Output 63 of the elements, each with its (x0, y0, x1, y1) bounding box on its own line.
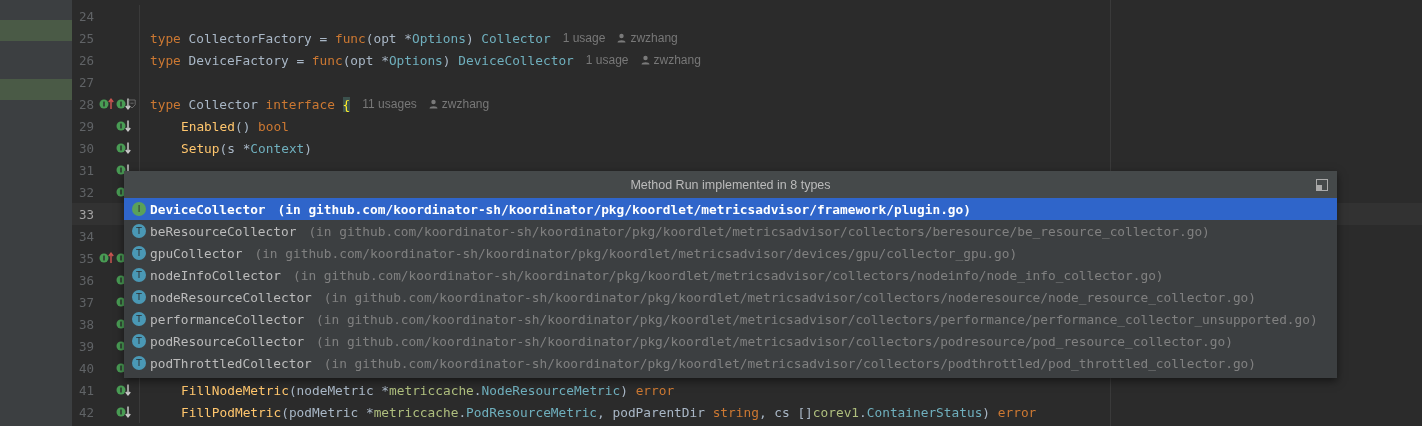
code-text: type Collector interface { (150, 96, 351, 112)
implementing-down-icon[interactable] (116, 383, 132, 397)
person-icon (617, 33, 627, 43)
code-text: type CollectorFactory = func(opt *Options) Collector (150, 30, 551, 46)
line-number: 33 (77, 206, 94, 222)
type-badge-icon: T (132, 246, 146, 260)
line-number: 30 (77, 140, 94, 156)
type-badge-icon: I (132, 202, 146, 216)
implementation-item[interactable]: I DeviceCollector (in github.com/koordinator-sh/koordinator/pkg/koordlet/metricsadvisor/framework/plugin.go) (124, 198, 1337, 220)
line-number: 32 (77, 184, 94, 200)
person-icon (428, 99, 438, 109)
highlight-band (0, 20, 72, 41)
line-number: 24 (77, 8, 94, 24)
code-text: FillNodeMetric(nodeMetric *metriccache.NodeResourceMetric) error (181, 382, 675, 398)
type-badge-icon: T (132, 268, 146, 282)
window-icon[interactable] (1316, 179, 1328, 191)
line-number: 36 (77, 272, 94, 288)
code-text: FillPodMetric(podMetric *metriccache.PodResourceMetric, podParentDir string, cs []corev1.ContainerStatus) error (181, 404, 1037, 420)
author-hint[interactable]: zwzhang (653, 53, 701, 67)
line-number: 39 (77, 338, 94, 354)
person-icon (640, 55, 650, 65)
line-number: 27 (77, 74, 94, 90)
implementing-down-icon[interactable] (116, 141, 132, 155)
type-badge-icon: T (132, 224, 146, 238)
code-text: type DeviceFactory = func(opt *Options) DeviceCollector (150, 52, 574, 68)
popup-title: Method Run implemented in 8 types (630, 177, 831, 192)
implementation-item[interactable]: T nodeInfoCollector (in github.com/koordinator-sh/koordinator/pkg/koordlet/metricsadvisor/collectors/nodeinfo/node_info_collector.go) (124, 264, 1337, 286)
line-number: 25 (77, 30, 94, 46)
usages-hint[interactable]: 1 usage (562, 31, 606, 45)
line-number: 42 (77, 404, 94, 420)
implementation-item[interactable]: T nodeResourceCollector (in github.com/koordinator-sh/koordinator/pkg/koordlet/metricsadvisor/collectors/noderesource/node_resource_collector.go) (124, 286, 1337, 308)
implemented-up-icon[interactable] (99, 97, 115, 111)
line-number: 41 (77, 382, 94, 398)
line-number: 31 (77, 162, 94, 178)
implementation-item[interactable]: T beResourceCollector (in github.com/koordinator-sh/koordinator/pkg/koordlet/metricsadvisor/collectors/beresource/be_resource_collector.go) (124, 220, 1337, 242)
type-badge-icon: T (132, 312, 146, 326)
line-number: 26 (77, 52, 94, 68)
type-badge-icon: T (132, 290, 146, 304)
usages-hint[interactable]: 11 usages (362, 97, 417, 111)
implementation-item[interactable]: T gpuCollector (in github.com/koordinator-sh/koordinator/pkg/koordlet/metricsadvisor/devices/gpu/collector_gpu.go) (124, 242, 1337, 264)
author-hint[interactable]: zwzhang (441, 97, 490, 111)
line-number: 29 (77, 118, 94, 134)
line-number: 38 (77, 316, 94, 332)
implementation-item[interactable]: T performanceCollector (in github.com/koordinator-sh/koordinator/pkg/koordlet/metricsadvisor/collectors/performance/performance_collector_unsupported.go) (124, 308, 1337, 330)
line-number: 37 (77, 294, 94, 310)
usages-hint[interactable]: 1 usage (585, 53, 629, 67)
implementing-down-icon[interactable] (116, 405, 132, 419)
implementation-item[interactable]: T podResourceCollector (in github.com/koordinator-sh/koordinator/pkg/koordlet/metricsadvisor/collectors/podresource/pod_resource_collector.go) (124, 330, 1337, 352)
implementation-item[interactable]: T podThrottledCollector (in github.com/koordinator-sh/koordinator/pkg/koordlet/metricsadvisor/collectors/podthrottled/pod_throttled_collector.go) (124, 352, 1337, 374)
implementing-down-icon[interactable] (116, 97, 132, 111)
code-text: Setup(s *Context) (181, 140, 312, 156)
type-badge-icon: T (132, 356, 146, 370)
line-number: 28 (77, 96, 94, 112)
implemented-up-icon[interactable] (99, 251, 115, 265)
fold-icon[interactable] (128, 98, 136, 110)
implementing-down-icon[interactable] (116, 119, 132, 133)
line-number: 34 (77, 228, 94, 244)
line-number: 40 (77, 360, 94, 376)
code-text: Enabled() bool (181, 118, 289, 134)
type-badge-icon: T (132, 334, 146, 348)
line-number: 35 (77, 250, 94, 266)
author-hint[interactable]: zwzhang (630, 31, 678, 45)
highlight-band (0, 79, 72, 100)
